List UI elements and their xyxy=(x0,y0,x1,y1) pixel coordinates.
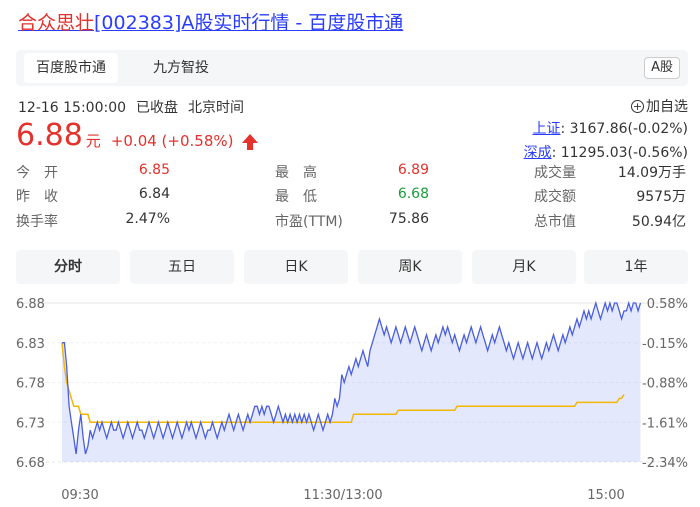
stat-value: 2.47% xyxy=(125,211,170,227)
market-badge[interactable]: A股 xyxy=(644,57,680,79)
stats-row-2: 昨 收 6.84 最 低 6.68 成交额 9575万 xyxy=(16,186,688,210)
stat-label: 今 开 xyxy=(16,165,58,181)
y-right-tick-label: -1.61% xyxy=(642,416,688,431)
stat-value: 6.89 xyxy=(397,162,429,178)
stat-label: 成交量 xyxy=(534,165,576,181)
stat-label: 最 高 xyxy=(275,165,317,181)
price-change: +0.04 (+0.58%) xyxy=(110,132,234,150)
stock-name: 合众思壮 xyxy=(18,12,95,34)
last-price: 6.88 xyxy=(16,118,83,153)
tab-jiufang[interactable]: 九方智投 xyxy=(153,50,209,86)
status-state: 已收盘 xyxy=(136,100,179,116)
stats-row-1: 今 开 6.85 最 高 6.89 成交量 14.09万手 xyxy=(16,162,688,186)
tab-weekly-k[interactable]: 周K xyxy=(358,250,462,284)
arrow-up-icon xyxy=(242,134,259,150)
tab-five-day[interactable]: 五日 xyxy=(130,250,234,284)
tab-one-year[interactable]: 1年 xyxy=(584,250,688,284)
y-tick-label: 6.88 xyxy=(16,297,45,312)
price-row: 6.88 元 +0.04 (+0.58%) xyxy=(16,118,259,153)
index-shanghai-link[interactable]: 上证 xyxy=(532,121,560,137)
price-unit: 元 xyxy=(85,132,101,150)
stat-value: 6.68 xyxy=(397,186,429,202)
index-shenzhen: 深成: 11295.03(-0.56%) xyxy=(524,142,688,162)
stat-value: 75.86 xyxy=(388,211,429,227)
plus-icon: + xyxy=(631,100,644,113)
stat-label: 成交额 xyxy=(534,189,576,205)
stat-label: 最 低 xyxy=(275,189,317,205)
status-datetime: 12-16 15:00:00 xyxy=(18,100,127,116)
status-tz: 北京时间 xyxy=(188,100,245,116)
tab-baidu[interactable]: 百度股市通 xyxy=(24,53,118,83)
period-tabs: 分时 五日 日K 周K 月K 1年 xyxy=(16,250,688,284)
intraday-chart[interactable]: 6.88 0.58% 6.83 -0.15% 6.78 -0.88% 6.73 -1.61% 6… xyxy=(0,290,700,507)
stat-value: 50.94亿 xyxy=(631,214,686,230)
stats-row-3: 换手率 2.47% 市盈(TTM) 75.86 总市值 50.94亿 xyxy=(16,211,688,235)
source-tabs: 百度股市通 九方智投 A股 xyxy=(16,50,688,86)
x-tick-label: 11:30/13:00 xyxy=(303,488,382,503)
y-tick-label: 6.83 xyxy=(16,337,45,352)
index-shenzhen-link[interactable]: 深成 xyxy=(524,145,552,161)
stat-value: 14.09万手 xyxy=(617,165,686,181)
tab-daily-k[interactable]: 日K xyxy=(244,250,348,284)
x-tick-label: 09:30 xyxy=(61,488,98,503)
stat-label: 昨 收 xyxy=(16,189,58,205)
stat-label: 市盈(TTM) xyxy=(275,214,343,230)
tab-intraday[interactable]: 分时 xyxy=(16,250,120,284)
y-right-tick-label: 0.58% xyxy=(647,297,688,312)
y-tick-label: 6.78 xyxy=(16,377,45,392)
x-tick-label: 15:00 xyxy=(587,488,624,503)
y-right-tick-label: -0.15% xyxy=(642,337,688,352)
title-rest: [002383]A股实时行情 - 百度股市通 xyxy=(94,12,404,34)
y-tick-label: 6.73 xyxy=(16,416,45,431)
y-right-tick-label: -0.88% xyxy=(642,377,688,392)
stat-label: 总市值 xyxy=(534,214,576,230)
page-title-link[interactable]: 合众思壮[002383]A股实时行情 - 百度股市通 xyxy=(18,8,403,35)
stat-value: 6.85 xyxy=(138,162,170,178)
stat-value: 9575万 xyxy=(636,189,686,205)
index-shenzhen-value: : 11295.03(-0.56%) xyxy=(551,145,688,161)
stat-label: 换手率 xyxy=(16,214,58,230)
stat-value: 6.84 xyxy=(138,186,170,202)
y-right-tick-label: -2.34% xyxy=(642,456,688,471)
status-line: 12-16 15:00:00 已收盘 北京时间 xyxy=(18,97,254,117)
y-tick-label: 6.68 xyxy=(16,456,45,471)
add-favorite-label: 加自选 xyxy=(646,99,688,115)
index-shanghai: 上证: 3167.86(-0.02%) xyxy=(532,118,688,138)
tab-monthly-k[interactable]: 月K xyxy=(472,250,576,284)
add-favorite-button[interactable]: + 加自选 xyxy=(631,96,688,116)
index-shanghai-value: : 3167.86(-0.02%) xyxy=(560,121,688,137)
